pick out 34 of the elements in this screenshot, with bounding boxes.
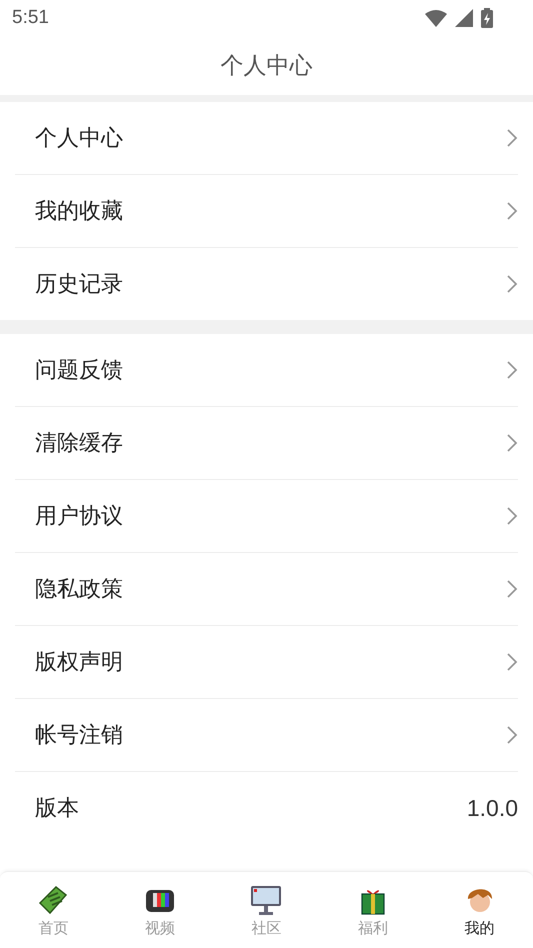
settings-row[interactable]: 版权声明 [15,626,518,699]
row-label: 用户协议 [35,503,123,531]
signal-icon [455,9,473,27]
row-label: 帐号注销 [35,722,123,750]
nav-tab[interactable]: 我的 [426,872,533,948]
chevron-right-icon [506,652,518,672]
page-title: 个人中心 [220,52,312,81]
chevron-right-icon [506,128,518,148]
settings-row[interactable]: 个人中心 [15,102,518,175]
settings-row[interactable]: 我的收藏 [15,175,518,248]
row-label: 版权声明 [35,649,123,677]
battery-icon [481,8,493,28]
row-label: 清除缓存 [35,430,123,458]
row-label: 版本 [35,795,79,823]
chevron-right-icon [506,725,518,745]
chevron-right-icon [506,433,518,453]
row-label: 个人中心 [35,125,123,153]
settings-row[interactable]: 清除缓存 [15,407,518,480]
settings-row[interactable]: 隐私政策 [15,553,518,626]
chevron-right-icon [506,506,518,526]
chevron-right-icon [506,201,518,221]
chevron-right-icon [506,360,518,380]
row-label: 我的收藏 [35,198,123,226]
settings-row[interactable]: 问题反馈 [15,334,518,407]
status-time: 5:51 [12,7,49,29]
settings-row[interactable]: 帐号注销 [15,699,518,772]
row-label: 隐私政策 [35,576,123,604]
row-label: 历史记录 [35,271,123,299]
wifi-icon [425,10,447,26]
chevron-right-icon [506,579,518,599]
settings-row[interactable]: 用户协议 [15,480,518,553]
chevron-right-icon [506,274,518,294]
row-label: 问题反馈 [35,357,123,385]
version-value: 1.0.0 [466,794,518,822]
